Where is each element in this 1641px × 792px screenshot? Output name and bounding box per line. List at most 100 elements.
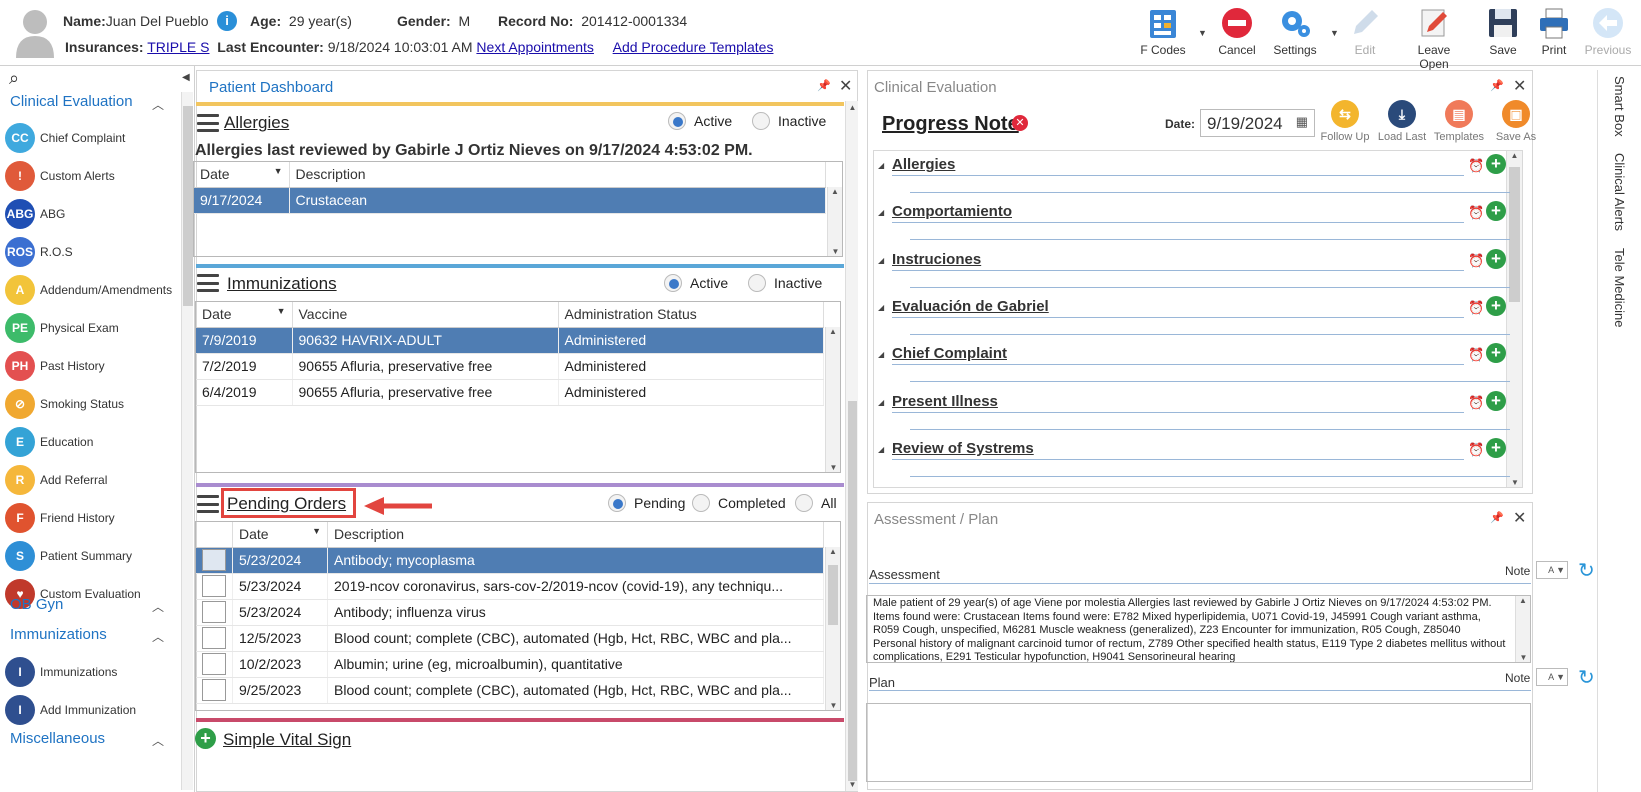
tab-clinical-alerts[interactable]: Clinical Alerts (1612, 153, 1627, 231)
note-section-title[interactable]: Evaluación de Gabriel (892, 298, 1049, 315)
table-row[interactable]: 9/17/2024 Crustacean (194, 187, 826, 214)
pending-orders-title[interactable]: Pending Orders (227, 494, 346, 514)
nav-item-immunizations[interactable]: I Immunizations (5, 654, 117, 690)
refresh-icon[interactable]: ↻ (1578, 558, 1595, 583)
table-row[interactable]: 5/23/2024 2019-ncov coronavirus, sars-cov… (196, 573, 824, 600)
expand-arrow-icon[interactable]: ◢ (878, 350, 884, 359)
add-icon[interactable]: + (1486, 201, 1506, 222)
assessment-scrollbar[interactable]: ▲ ▼ (1515, 596, 1530, 662)
close-icon[interactable]: ✕ (1513, 76, 1526, 96)
next-appointments-link[interactable]: Next Appointments (476, 39, 594, 55)
nav-section-miscellaneous[interactable]: Miscellaneous (10, 730, 105, 747)
allergies-inactive-radio[interactable]: Inactive (752, 112, 826, 130)
chevron-up-icon[interactable]: ︿ (152, 628, 164, 645)
column-header[interactable]: Date ▼ (194, 162, 290, 188)
date-input[interactable]: 9/19/2024 ▦ (1200, 109, 1315, 137)
add-procedure-templates-link[interactable]: Add Procedure Templates (613, 39, 774, 55)
search-icon[interactable]: ⌕ (9, 68, 19, 89)
table-row[interactable]: 5/23/2024 Antibody; influenza virus (196, 599, 824, 626)
save-as-button[interactable]: ▣ Save As (1488, 100, 1544, 143)
hamburger-icon[interactable] (197, 274, 219, 292)
nav-item-add-referral[interactable]: R Add Referral (5, 462, 107, 498)
add-icon[interactable]: + (1486, 437, 1506, 458)
nav-scrollbar[interactable] (181, 92, 193, 790)
alarm-clock-icon[interactable]: ⏰ (1468, 158, 1484, 174)
plan-text[interactable] (866, 703, 1531, 782)
dashboard-scrollbar[interactable]: ▲ ▼ (845, 101, 858, 791)
refresh-icon[interactable]: ↻ (1578, 665, 1595, 690)
add-icon[interactable]: + (1486, 343, 1506, 364)
add-icon[interactable]: + (1486, 295, 1506, 316)
chevron-up-icon[interactable]: ︿ (152, 732, 164, 749)
expand-arrow-icon[interactable]: ◢ (878, 398, 884, 407)
insurance-link[interactable]: TRIPLE S (147, 39, 209, 55)
print-button[interactable]: Print (1524, 6, 1584, 57)
chevron-up-icon[interactable]: ︿ (152, 598, 164, 615)
table-row[interactable]: 7/2/2019 90655 Afluria, preservative free… (196, 353, 824, 380)
alarm-clock-icon[interactable]: ⏰ (1468, 300, 1484, 316)
add-icon[interactable]: + (1486, 154, 1506, 174)
info-icon[interactable]: i (217, 11, 237, 31)
fcodes-dropdown-icon[interactable]: ▼ (1198, 28, 1207, 38)
column-header[interactable]: Description (289, 162, 826, 188)
table-row[interactable]: 7/9/2019 90632 HAVRIX-ADULT Administered (196, 327, 824, 354)
nav-item-abg[interactable]: ABG ABG (5, 196, 65, 232)
hamburger-icon[interactable] (197, 495, 219, 513)
table-row[interactable]: 6/4/2019 90655 Afluria, preservative free… (196, 379, 824, 406)
tab-tele-medicine[interactable]: Tele Medicine (1612, 248, 1627, 328)
column-header[interactable]: Administration Status (558, 302, 824, 328)
row-checkbox[interactable] (202, 549, 226, 571)
nav-item-chief-complaint[interactable]: CC Chief Complaint (5, 120, 125, 156)
tab-smart-box[interactable]: Smart Box (1612, 76, 1627, 137)
pin-icon[interactable]: 📌 (1490, 511, 1504, 524)
collapse-nav-icon[interactable]: ◀ (182, 72, 190, 83)
column-header[interactable]: Description (327, 522, 824, 548)
allergies-scrollbar[interactable]: ▲ ▼ (827, 187, 842, 256)
immunizations-inactive-radio[interactable]: Inactive (748, 274, 822, 292)
note-section-title[interactable]: Present Illness (892, 393, 998, 410)
expand-arrow-icon[interactable]: ◢ (878, 161, 884, 170)
immunizations-scrollbar[interactable]: ▲ ▼ (825, 327, 840, 472)
allergies-active-radio[interactable]: Active (668, 112, 732, 130)
row-checkbox[interactable] (202, 601, 226, 623)
expand-arrow-icon[interactable]: ◢ (878, 256, 884, 265)
alarm-clock-icon[interactable]: ⏰ (1468, 442, 1484, 458)
note-section-title[interactable]: Instruciones (892, 251, 981, 268)
row-checkbox[interactable] (202, 627, 226, 649)
nav-item-addendum-amendments[interactable]: A Addendum/Amendments (5, 272, 172, 308)
nav-item-patient-summary[interactable]: S Patient Summary (5, 538, 132, 574)
chevron-up-icon[interactable]: ︿ (152, 96, 164, 113)
row-checkbox[interactable] (202, 575, 226, 597)
table-row[interactable]: 5/23/2024 Antibody; mycoplasma (196, 547, 824, 574)
close-icon[interactable]: ✕ (839, 76, 852, 96)
immunizations-title[interactable]: Immunizations (227, 274, 337, 294)
alarm-clock-icon[interactable]: ⏰ (1468, 395, 1484, 411)
nav-section-ob-gyn[interactable]: OB Gyn (10, 596, 63, 613)
table-row[interactable]: 10/2/2023 Albumin; urine (eg, microalbumi… (196, 651, 824, 678)
calendar-icon[interactable]: ▦ (1296, 114, 1308, 130)
nav-item-r-o-s[interactable]: ROS R.O.S (5, 234, 73, 270)
add-vital-icon[interactable]: + (195, 728, 216, 749)
immunizations-active-radio[interactable]: Active (664, 274, 728, 292)
row-checkbox[interactable] (202, 679, 226, 701)
note-section-title[interactable]: Review of Systrems (892, 440, 1034, 457)
load-last-button[interactable]: ⤓ Load Last (1374, 100, 1430, 143)
nav-item-friend-history[interactable]: F Friend History (5, 500, 115, 536)
pin-icon[interactable]: 📌 (817, 79, 831, 92)
close-icon[interactable]: ✕ (1513, 508, 1526, 528)
row-checkbox[interactable] (202, 653, 226, 675)
alarm-clock-icon[interactable]: ⏰ (1468, 205, 1484, 221)
nav-section-clinical-evaluation[interactable]: Clinical Evaluation (10, 93, 133, 110)
note-format-dropdown[interactable]: A ▼ (1536, 668, 1568, 686)
table-row[interactable]: 9/25/2023 Blood count; complete (CBC), au… (196, 677, 824, 704)
nav-section-immunizations[interactable]: Immunizations (10, 626, 107, 643)
sections-scrollbar[interactable]: ▲ ▼ (1506, 151, 1522, 487)
note-format-dropdown[interactable]: A ▼ (1536, 561, 1568, 579)
note-section-title[interactable]: Allergies (892, 156, 955, 173)
assessment-text[interactable]: Male patient of 29 year(s) of age Viene … (866, 595, 1531, 663)
orders-all-radio[interactable]: All (795, 494, 837, 512)
table-row[interactable]: 12/5/2023 Blood count; complete (CBC), au… (196, 625, 824, 652)
expand-arrow-icon[interactable]: ◢ (878, 303, 884, 312)
allergies-title[interactable]: Allergies (224, 113, 289, 133)
follow-up-button[interactable]: ⇆ Follow Up (1317, 100, 1373, 143)
